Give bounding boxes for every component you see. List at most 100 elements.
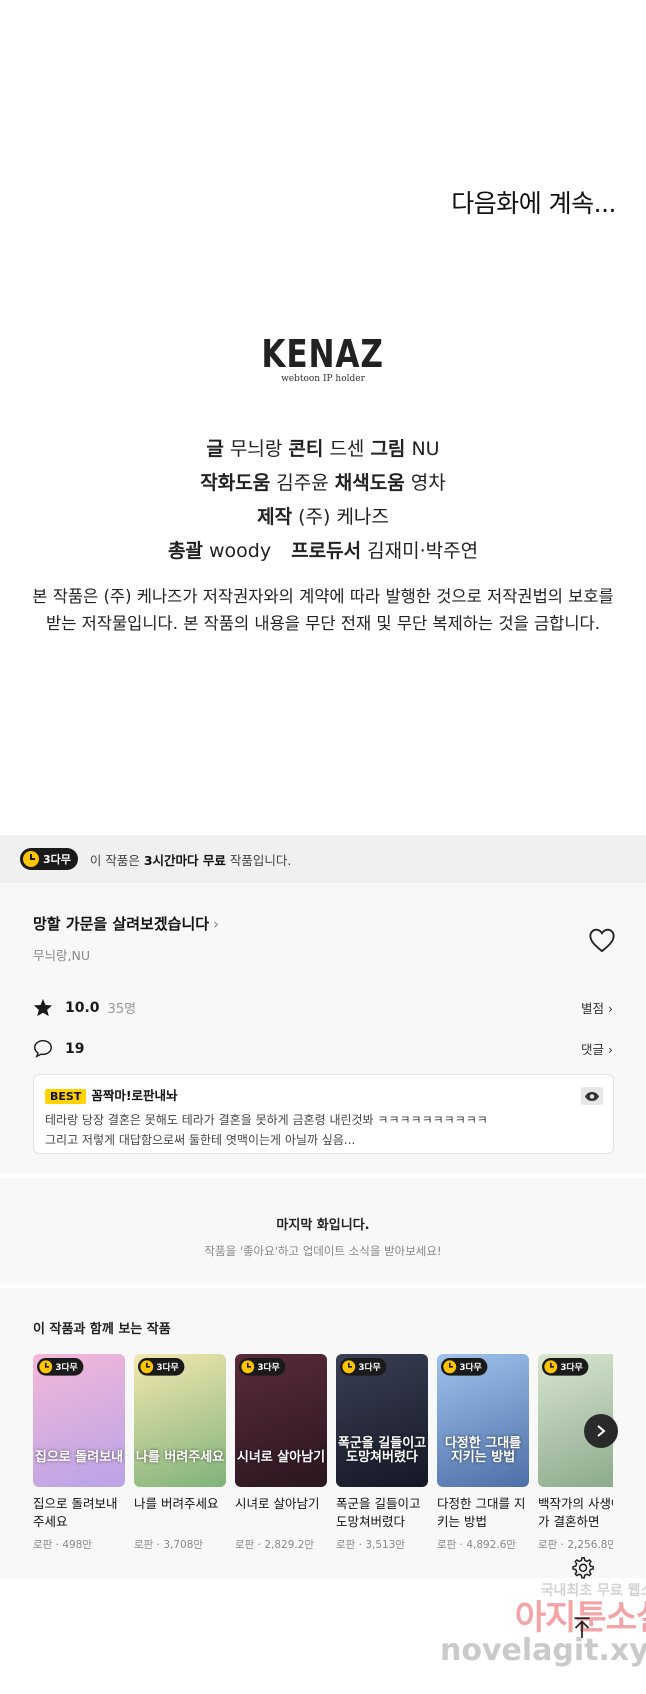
recommendation-meta: 로판 · 498만 xyxy=(33,1539,93,1551)
chevron-right-icon: › xyxy=(608,1001,613,1016)
heart-icon[interactable] xyxy=(588,927,616,953)
rating-count: 35명 xyxy=(107,1002,137,1017)
clock-icon xyxy=(39,1360,53,1374)
recommendation-title: 백작가의 사생아가 결혼하면 xyxy=(538,1496,613,1529)
series-authors: 무늬랑,NU xyxy=(33,948,90,963)
storyboard-name: 드센 xyxy=(329,438,365,460)
recommendation-card[interactable]: 3다무폭군을 길들이고 도망쳐버렸다 폭군을 길들이고 도망쳐버렸다로판 · 3,… xyxy=(336,1354,428,1552)
cover-title-art: 집으로 돌려보내 xyxy=(34,1450,124,1465)
wait-free-badge-label: 3다무 xyxy=(43,853,71,866)
clock-icon xyxy=(140,1360,154,1374)
director-label: 총괄 xyxy=(167,540,203,562)
series-info-panel: 망할 가문을 살려보겠습니다 › 무늬랑,NU 10.0 35명 별점 › 19 … xyxy=(0,883,646,1173)
cover-title-art: 나를 버려주세요 xyxy=(135,1450,225,1465)
last-episode-subtitle: 작품을 '좋아요'하고 업데이트 소식을 받아보세요! xyxy=(204,1244,442,1258)
recommendation-card[interactable]: 3다무집으로 돌려보내집으로 돌려보내 주세요로판 · 498만 xyxy=(33,1354,125,1552)
recommendations-title: 이 작품과 함께 보는 작품 xyxy=(33,1322,171,1337)
copyright-line-1: 본 작품은 (주) 케나즈가 저작권자와의 계약에 따라 발행한 것으로 저작권… xyxy=(32,587,614,606)
free-info-suffix: 작품입니다. xyxy=(225,852,292,868)
recommendation-cover: 3다무나를 버려주세요 xyxy=(134,1354,226,1487)
chevron-right-icon xyxy=(597,1425,606,1437)
episode-end-panel: 다음화에 계속... KENAZ webtoon IP holder 글 무늬랑… xyxy=(0,0,646,835)
carousel-next-button[interactable] xyxy=(584,1414,618,1448)
wait-free-badge: 3다무 xyxy=(542,1358,589,1376)
gear-icon[interactable] xyxy=(569,1555,595,1581)
credits-line-3: 제작 (주) 케나즈 xyxy=(0,500,646,534)
color-assist-name: 영차 xyxy=(410,472,446,494)
recommendations-section: 이 작품과 함께 보는 작품 3다무집으로 돌려보내집으로 돌려보내 주세요로판… xyxy=(0,1288,646,1578)
art-name: NU xyxy=(411,438,440,460)
recommendation-meta: 로판 · 2,256.8만 xyxy=(538,1539,613,1551)
recommendation-cover: 3다무다정한 그대를 지키는 방법 xyxy=(437,1354,529,1487)
series-title: 망할 가문을 살려보겠습니다 xyxy=(33,915,210,933)
recommendation-card[interactable]: 3다무 시녀로 살아남기 시녀로 살아남기 로판 · 2,829.2만 xyxy=(235,1354,327,1552)
copyright-line-2: 받는 저작물입니다. 본 작품의 내용을 무단 전재 및 무단 복제하는 것을 … xyxy=(46,614,600,633)
wait-free-badge: 3다무 xyxy=(239,1358,286,1376)
recommendation-card[interactable]: 3다무나를 버려주세요 나를 버려주세요로판 · 3,708만 xyxy=(134,1354,226,1552)
clock-icon xyxy=(23,851,39,867)
recommendation-cover: 3다무폭군을 길들이고 도망쳐버렸다 xyxy=(336,1354,428,1487)
best-tag: BEST xyxy=(45,1089,87,1104)
watermark-line-2: 아지툰소설 xyxy=(514,1598,646,1638)
color-assist-label: 채색도움 xyxy=(334,472,405,494)
production-name: (주) 케나즈 xyxy=(298,506,389,528)
best-comment-line-2: 그리고 저렇게 대답함으로써 둘한테 엿맥이는게 아닐까 싶음... xyxy=(45,1133,356,1147)
comments-button[interactable]: 댓글 › xyxy=(581,1039,613,1058)
recommendation-meta: 로판 · 2,829.2만 xyxy=(235,1539,315,1551)
best-comment-line-1: 테라랑 당장 결혼은 못해도 테라가 결혼을 못하게 금혼령 내린것봐 ㅋㅋㅋㅋ… xyxy=(45,1113,488,1127)
producer-label: 프로듀서 xyxy=(291,540,362,562)
watermark-line-3: novelagit.xyz xyxy=(440,1633,646,1668)
chevron-right-icon: › xyxy=(608,1042,613,1057)
rate-button-label: 별점 xyxy=(581,1001,605,1016)
best-comment-user: 꼼짝마!로판내놔 xyxy=(91,1088,178,1103)
wait-free-badge: 3다무 xyxy=(340,1358,387,1376)
watermark-line-1: 국내최초 무료 웹소설 xyxy=(540,1583,646,1599)
best-comment[interactable]: BEST 꼼짝마!로판내놔 테라랑 당장 결혼은 못해도 테라가 결혼을 못하게 … xyxy=(33,1074,614,1154)
credits-line-1: 글 무늬랑 콘티 드센 그림 NU xyxy=(0,432,646,466)
rate-button[interactable]: 별점 › xyxy=(581,998,613,1017)
recommendation-meta: 로판 · 3,708만 xyxy=(134,1539,204,1551)
wait-free-badge-label: 3다무 xyxy=(156,1362,179,1373)
wait-free-badge: 3다무 xyxy=(37,1358,84,1376)
cover-title-art: 시녀로 살아남기 xyxy=(236,1450,326,1465)
best-comment-text: 테라랑 당장 결혼은 못해도 테라가 결혼을 못하게 금혼령 내린것봐 ㅋㅋㅋㅋ… xyxy=(45,1110,602,1150)
art-label: 그림 xyxy=(370,438,406,460)
wait-free-badge-label: 3다무 xyxy=(459,1362,482,1373)
best-comment-header: BEST 꼼짝마!로판내놔 xyxy=(45,1085,602,1104)
clock-icon xyxy=(342,1360,356,1374)
comment-count: 19 xyxy=(65,1040,85,1057)
to-be-continued-text: 다음화에 계속... xyxy=(451,189,616,218)
free-info-text: 이 작품은 3시간마다 무료 작품입니다. xyxy=(90,850,291,869)
free-info-bold: 3시간마다 무료 xyxy=(143,852,226,868)
assist-name: 김주윤 xyxy=(276,472,329,494)
free-info-banner: 3다무 이 작품은 3시간마다 무료 작품입니다. xyxy=(0,835,646,883)
producer-name: 김재미·박주연 xyxy=(367,540,479,562)
cover-title-art: 폭군을 길들이고 도망쳐버렸다 xyxy=(337,1436,427,1465)
wait-free-badge-label: 3다무 xyxy=(55,1362,78,1373)
wait-free-badge: 3다무 xyxy=(441,1358,488,1376)
credits-line-2: 작화도움 김주윤 채색도움 영차 xyxy=(0,466,646,500)
copyright-notice: 본 작품은 (주) 케나즈가 저작권자와의 계약에 따라 발행한 것으로 저작권… xyxy=(0,583,646,637)
cover-title-art: 다정한 그대를 지키는 방법 xyxy=(444,1436,522,1465)
publisher-logo: KENAZ webtoon IP holder xyxy=(0,332,646,384)
wait-free-badge: 3다무 xyxy=(138,1358,185,1376)
arrow-up-icon[interactable] xyxy=(569,1615,595,1641)
recommendation-card[interactable]: 3다무백작가의 사생아가 결혼하면로판 · 2,256.8만 xyxy=(538,1354,613,1552)
recommendation-card[interactable]: 3다무 다정한 그대를 지키는 방법 다정한 그대를 지키는 방법 로판 · 4,89… xyxy=(437,1354,529,1552)
recommendation-meta: 로판 · 4,892.6만 xyxy=(437,1539,517,1551)
series-title-link[interactable]: 망할 가문을 살려보겠습니다 › xyxy=(33,913,219,934)
recommendation-meta: 로판 · 3,513만 xyxy=(336,1539,406,1551)
last-episode-title: 마지막 화입니다. xyxy=(276,1218,370,1233)
recommendation-title: 시녀로 살아남기 xyxy=(235,1496,320,1511)
clock-icon xyxy=(443,1360,457,1374)
recommendations-carousel: 3다무 집으로 돌려보내 집으로 돌려보내 주세요 로판 · 498만 3다무 나를 버려… xyxy=(33,1354,613,1564)
recommendation-title: 집으로 돌려보내 주세요 xyxy=(33,1496,118,1529)
writer-name: 무늬랑 xyxy=(229,438,283,460)
eye-icon[interactable] xyxy=(581,1087,603,1105)
recommendation-title: 다정한 그대를 지키는 방법 xyxy=(437,1496,526,1529)
credits: 글 무늬랑 콘티 드센 그림 NU 작화도움 김주윤 채색도움 영차 제작 (주… xyxy=(0,432,646,568)
watermark: 국내최초 무료 웹소설 아지툰소설 novelagit.xyz xyxy=(440,1580,646,1666)
clock-icon xyxy=(544,1360,558,1374)
wait-free-badge: 3다무 xyxy=(20,848,78,870)
star-icon xyxy=(33,998,53,1017)
